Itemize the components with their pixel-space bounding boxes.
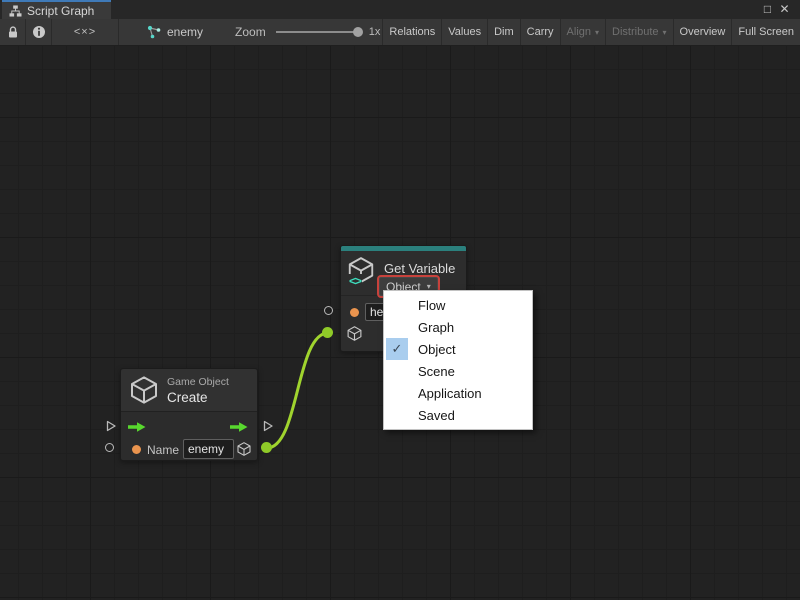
relations-button[interactable]: Relations	[382, 19, 441, 45]
toolbar-actions: Relations Values Dim Carry Align▾ Distri…	[382, 19, 800, 45]
menu-item-saved[interactable]: Saved	[384, 404, 532, 426]
menu-item-object[interactable]: ✓ Object	[384, 338, 532, 360]
create-name-input-port[interactable]	[105, 443, 114, 452]
lock-icon	[6, 25, 20, 39]
name-port-label: Name	[147, 443, 179, 457]
create-node-header: Game Object Create	[121, 369, 257, 412]
align-button[interactable]: Align▾	[560, 19, 605, 45]
distribute-button[interactable]: Distribute▾	[605, 19, 672, 45]
dim-button[interactable]: Dim	[487, 19, 520, 45]
create-object-output-port[interactable]	[261, 442, 272, 453]
code-icon: <×>	[74, 26, 96, 38]
name-input[interactable]	[183, 439, 234, 459]
script-graph-icon	[9, 5, 22, 17]
close-button[interactable]: ✕	[776, 1, 793, 18]
flow-out-arrow-icon	[229, 421, 249, 433]
create-flow-input-port[interactable]	[105, 420, 117, 432]
graph-toolbar: <×> enemy Zoom 1x Relations Values Dim C…	[0, 19, 800, 46]
graph-canvas[interactable]: Game Object Create Name <> Get Variable …	[0, 46, 800, 600]
kind-dropdown-menu: Flow Graph ✓ Object Scene Application Sa…	[383, 290, 533, 430]
inspect-button[interactable]	[26, 19, 52, 45]
window-controls: ⋮ □ ✕	[759, 0, 800, 19]
tab-script-graph[interactable]: Script Graph	[2, 0, 111, 19]
chevron-down-icon: ▾	[595, 28, 599, 37]
menu-item-graph[interactable]: Graph	[384, 316, 532, 338]
create-node-category: Game Object	[167, 376, 229, 388]
full-screen-button[interactable]: Full Screen	[731, 19, 800, 45]
menu-item-flow[interactable]: Flow	[384, 294, 532, 316]
flow-in-arrow-icon	[127, 421, 147, 433]
lock-button[interactable]	[0, 19, 26, 45]
title-bar: Script Graph ⋮ □ ✕	[0, 0, 800, 19]
get-variable-title: Get Variable	[384, 261, 455, 276]
create-flow-output-port[interactable]	[262, 420, 274, 432]
menu-item-application[interactable]: Application	[384, 382, 532, 404]
variable-name-port-dot	[350, 308, 359, 317]
name-port-dot	[132, 445, 141, 454]
game-object-icon	[128, 374, 160, 406]
zoom-slider[interactable]	[276, 31, 360, 33]
overview-button[interactable]: Overview	[673, 19, 732, 45]
object-input-icon	[346, 325, 363, 342]
graph-breadcrumb[interactable]: enemy	[141, 19, 209, 45]
info-icon	[32, 25, 46, 39]
code-preview-button[interactable]: <×>	[52, 19, 119, 45]
zoom-label: Zoom	[235, 25, 266, 39]
tab-title: Script Graph	[27, 4, 94, 18]
chevron-down-icon: ▾	[663, 28, 667, 37]
get-variable-name-input-port[interactable]	[324, 306, 333, 315]
node-game-object-create[interactable]: Game Object Create Name	[120, 368, 258, 461]
create-node-title: Create	[167, 390, 208, 405]
script-graph-window: Script Graph ⋮ □ ✕ <×> enemy Zoom 1x	[0, 0, 800, 600]
zoom-value: 1x	[369, 26, 381, 38]
breadcrumb-graph-name: enemy	[167, 25, 203, 39]
values-button[interactable]: Values	[441, 19, 487, 45]
zoom-control: Zoom 1x	[235, 19, 380, 45]
maximize-button[interactable]: □	[759, 1, 776, 18]
menu-item-scene[interactable]: Scene	[384, 360, 532, 382]
code-brackets-icon: <>	[348, 274, 362, 288]
check-icon: ✓	[386, 338, 408, 360]
game-object-output-icon	[236, 441, 252, 457]
graph-icon	[147, 25, 161, 39]
get-variable-object-input-port[interactable]	[322, 327, 333, 338]
zoom-slider-knob[interactable]	[353, 27, 363, 37]
carry-button[interactable]: Carry	[520, 19, 560, 45]
